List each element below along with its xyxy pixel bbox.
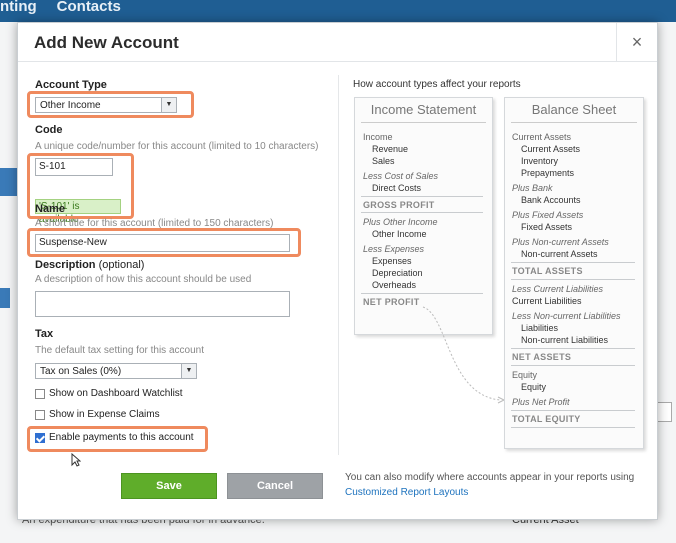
name-label: Name <box>35 203 65 215</box>
income-statement-title: Income Statement <box>370 102 477 117</box>
cancel-button[interactable]: Cancel <box>227 473 323 499</box>
description-optional: (optional) <box>98 259 145 271</box>
balance-sheet-title: Balance Sheet <box>531 102 617 117</box>
nav-item-accounting[interactable]: nting <box>0 0 57 22</box>
is-income: Income <box>363 132 393 142</box>
divider <box>511 262 635 263</box>
app-nav: nting Contacts <box>0 0 141 22</box>
reports-panel-title: How account types affect your reports <box>353 79 521 90</box>
bg-left-element <box>0 168 18 196</box>
bs-plus-bank: Plus Bank <box>512 183 553 193</box>
bs-equity-h: Equity <box>512 370 538 380</box>
bs-plus-fixed: Plus Fixed Assets <box>512 210 584 220</box>
divider <box>511 279 635 280</box>
bg-left-element-2 <box>0 288 10 308</box>
bs-inventory: Inventory <box>521 156 559 166</box>
highlight-account-type <box>27 91 194 118</box>
is-depreciation: Depreciation <box>372 268 423 278</box>
bg-search-input <box>656 402 672 422</box>
divider <box>361 293 483 294</box>
income-statement-card: Income Statement Income Revenue Sales Le… <box>354 97 493 335</box>
mouse-cursor-icon <box>71 453 81 467</box>
bs-plus-net-profit: Plus Net Profit <box>512 397 570 407</box>
is-sales: Sales <box>372 156 395 166</box>
dashboard-watchlist-checkbox[interactable] <box>35 389 45 399</box>
is-direct-costs: Direct Costs <box>372 183 422 193</box>
description-label-text: Description <box>35 259 96 271</box>
net-profit-connector-arrow <box>422 306 506 404</box>
customized-report-layouts-link[interactable]: Customized Report Layouts <box>345 487 468 498</box>
bs-less-current-liab: Less Current Liabilities <box>512 284 604 294</box>
bs-total-assets: TOTAL ASSETS <box>512 266 583 276</box>
expense-claims-label: Show in Expense Claims <box>49 409 160 420</box>
balance-sheet-card: Balance Sheet Current Assets Current Ass… <box>504 97 644 449</box>
footer-note-text: You can also modify where accounts appea… <box>345 472 635 483</box>
is-less-expenses: Less Expenses <box>363 244 425 254</box>
card-title-divider <box>511 122 637 123</box>
tax-hint: The default tax setting for this account <box>35 345 204 356</box>
bs-less-noncurrent-liab: Less Non-current Liabilities <box>512 311 621 321</box>
bs-equity: Equity <box>521 382 547 392</box>
add-account-dialog: Add New Account × Account Type Other Inc… <box>17 22 658 520</box>
bs-current-assets: Current Assets <box>521 144 581 154</box>
close-icon[interactable]: × <box>616 23 657 61</box>
is-overheads: Overheads <box>372 280 417 290</box>
tax-select[interactable]: Tax on Sales (0%) ▼ <box>35 363 197 379</box>
is-net-profit: NET PROFIT <box>363 297 420 307</box>
expense-claims-checkbox[interactable] <box>35 410 45 420</box>
footer-note: You can also modify where accounts appea… <box>345 470 645 500</box>
code-hint: A unique code/number for this account (l… <box>35 141 319 152</box>
card-title-divider <box>361 122 486 123</box>
tax-label: Tax <box>35 328 54 340</box>
bs-noncurrent-liabilities: Non-current Liabilities <box>521 335 609 345</box>
dialog-header: Add New Account × <box>18 23 657 62</box>
nav-item-contacts[interactable]: Contacts <box>57 0 141 22</box>
bs-current-assets-h: Current Assets <box>512 132 572 142</box>
bs-prepayments: Prepayments <box>521 168 575 178</box>
bs-total-equity: TOTAL EQUITY <box>512 414 581 424</box>
is-other-income: Other Income <box>372 229 427 239</box>
vertical-divider <box>338 75 339 455</box>
account-type-label: Account Type <box>35 79 107 91</box>
divider <box>361 196 483 197</box>
divider <box>511 427 635 428</box>
save-button[interactable]: Save <box>121 473 217 499</box>
highlight-enable-payments <box>27 426 208 452</box>
dropdown-arrow-icon[interactable]: ▼ <box>181 364 196 378</box>
description-textarea[interactable] <box>35 291 290 317</box>
is-gross-profit: GROSS PROFIT <box>363 200 435 210</box>
bs-fixed-assets: Fixed Assets <box>521 222 573 232</box>
is-less-cost: Less Cost of Sales <box>363 171 439 181</box>
is-expenses: Expenses <box>372 256 412 266</box>
description-hint: A description of how this account should… <box>35 274 252 285</box>
bs-current-liabilities: Current Liabilities <box>512 296 582 306</box>
highlight-name <box>27 228 301 257</box>
bs-liabilities: Liabilities <box>521 323 559 333</box>
divider <box>511 348 635 349</box>
divider <box>511 365 635 366</box>
code-label: Code <box>35 124 63 136</box>
divider <box>361 212 483 213</box>
divider <box>511 410 635 411</box>
description-label: Description (optional) <box>35 259 144 271</box>
tax-value: Tax on Sales (0%) <box>40 366 122 377</box>
bs-plus-noncurrent: Plus Non-current Assets <box>512 237 609 247</box>
bs-bank-accounts: Bank Accounts <box>521 195 581 205</box>
dashboard-watchlist-label: Show on Dashboard Watchlist <box>49 388 183 399</box>
bs-noncurrent-assets: Non-current Assets <box>521 249 598 259</box>
dialog-title: Add New Account <box>34 33 179 52</box>
is-revenue: Revenue <box>372 144 409 154</box>
app-top-bar: nting Contacts <box>0 0 676 22</box>
bs-net-assets: NET ASSETS <box>512 352 572 362</box>
is-plus-other: Plus Other Income <box>363 217 438 227</box>
